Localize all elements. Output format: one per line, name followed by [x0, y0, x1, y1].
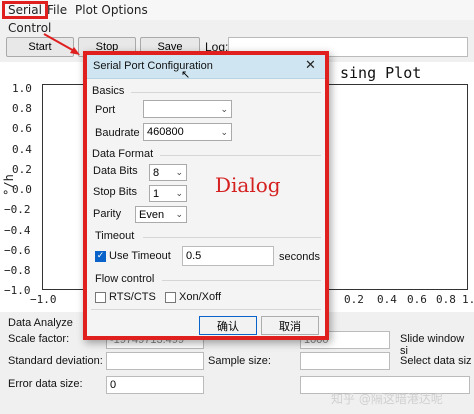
ytick: −0.4 [4, 224, 31, 237]
error-data-label: Error data size: [8, 378, 83, 390]
checkbox-icon [165, 291, 176, 303]
timeout-input[interactable]: 0.5 [182, 246, 274, 266]
data-format-separator [160, 155, 321, 156]
stop-bits-value: 1 [153, 187, 160, 200]
flow-control-separator [162, 280, 321, 281]
chevron-down-icon: ⌄ [220, 126, 228, 137]
baudrate-select[interactable]: 460800 ⌄ [143, 123, 232, 141]
timeout-section-label: Timeout [95, 230, 135, 242]
chevron-down-icon: ⌄ [175, 188, 183, 198]
ytick: 1.0 [12, 82, 32, 95]
chevron-down-icon: ⌄ [175, 167, 183, 177]
select-data-label: Select data siz [400, 355, 472, 367]
data-bits-value: 8 [153, 166, 160, 179]
dialog-annotation: Dialog [215, 173, 281, 197]
xtick: 0.4 [377, 293, 397, 306]
ytick: 0.0 [12, 183, 32, 196]
port-select[interactable]: ⌄ [143, 100, 232, 118]
xtick: 1.0 [462, 293, 474, 306]
basics-section-label: Basics [92, 85, 125, 97]
plot-title: sing Plot [340, 64, 422, 82]
basics-separator [131, 92, 321, 93]
ytick: −0.8 [4, 264, 31, 277]
error-data-field[interactable]: 0 [106, 376, 204, 394]
baudrate-value: 460800 [147, 126, 184, 138]
buttons-separator [91, 309, 321, 310]
ytick: 0.4 [12, 143, 32, 156]
ytick: 0.2 [12, 163, 32, 176]
chevron-down-icon: ⌄ [175, 209, 183, 219]
checkmark-icon: ✓ [95, 250, 106, 262]
std-dev-label: Standard deviation: [8, 355, 103, 367]
scale-factor-label: Scale factor: [8, 333, 70, 345]
xonxoff-checkbox[interactable]: Xon/Xoff [165, 291, 221, 303]
rtscts-checkbox[interactable]: RTS/CTS [95, 291, 156, 303]
cursor-icon: ↖ [181, 68, 191, 81]
parity-select[interactable]: Even ⌄ [135, 206, 187, 223]
stop-bits-label: Stop Bits [93, 186, 138, 198]
ytick: −0.2 [4, 203, 31, 216]
stop-bits-select[interactable]: 1 ⌄ [149, 185, 187, 202]
ytick: 0.6 [12, 122, 32, 135]
std-dev-field[interactable] [106, 352, 204, 370]
data-bits-label: Data Bits [93, 165, 138, 177]
rtscts-label: RTS/CTS [109, 291, 156, 303]
xtick: −1.0 [30, 293, 57, 306]
checkbox-icon [95, 291, 106, 303]
baudrate-label: Baudrate [95, 127, 140, 139]
data-bits-select[interactable]: 8 ⌄ [149, 164, 187, 181]
slide-window-label: Slide window si [400, 333, 465, 357]
timeout-separator [143, 237, 321, 238]
watermark: 知乎 @隔这暗港达呢 [331, 392, 443, 406]
cancel-button[interactable]: 取消 [261, 316, 319, 335]
port-label: Port [95, 104, 116, 116]
ytick: −1.0 [4, 284, 31, 297]
dialog-titlebar[interactable]: Serial Port Configuration ↖ ✕ [87, 55, 325, 81]
chevron-down-icon: ⌄ [220, 103, 228, 114]
ytick: −0.6 [4, 244, 31, 257]
xtick: 0.8 [436, 293, 456, 306]
ok-button[interactable]: 确认 [199, 316, 257, 335]
seconds-label: seconds [279, 251, 320, 263]
close-icon[interactable]: ✕ [305, 58, 316, 73]
ytick: 0.8 [12, 102, 32, 115]
xonxoff-label: Xon/Xoff [179, 291, 221, 303]
parity-label: Parity [93, 208, 122, 220]
serial-config-dialog: Serial Port Configuration ↖ ✕ Basics Por… [83, 51, 329, 340]
dialog-title: Serial Port Configuration [93, 60, 213, 72]
data-format-section-label: Data Format [92, 148, 154, 160]
sample-size-label: Sample size: [208, 355, 271, 367]
sample-size-field[interactable] [300, 352, 390, 370]
use-timeout-checkbox[interactable]: ✓ Use Timeout [95, 250, 171, 262]
xtick: 0.6 [407, 293, 427, 306]
data-analyze-label: Data Analyze [8, 317, 73, 329]
flow-control-section-label: Flow control [95, 273, 155, 285]
xtick: 0.2 [344, 293, 364, 306]
parity-value: Even [139, 208, 165, 221]
use-timeout-label: Use Timeout [109, 250, 171, 262]
